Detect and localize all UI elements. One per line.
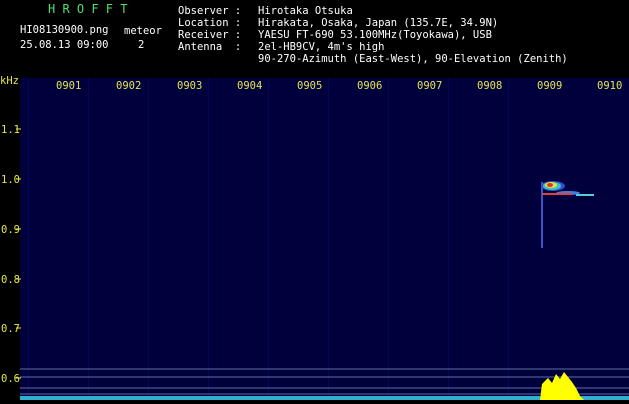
reference-lines xyxy=(0,368,629,395)
x-tick-label: 0903 xyxy=(177,80,203,92)
x-tick-label: 0907 xyxy=(417,80,443,92)
receiver-label: Receiver : xyxy=(178,29,242,41)
x-tick-label: 0902 xyxy=(116,80,142,92)
spectrogram-plot xyxy=(0,78,629,400)
x-tick-label: 0901 xyxy=(56,80,82,92)
location-label: Location : xyxy=(178,17,242,29)
y-axis-ticks xyxy=(16,128,21,379)
spectrogram-svg xyxy=(0,78,629,400)
observer-value: Hirotaka Otsuka xyxy=(258,5,353,17)
datetime-label: 25.08.13 09:00 xyxy=(20,39,109,51)
x-tick-label: 0908 xyxy=(477,80,503,92)
x-tick-label: 0909 xyxy=(537,80,563,92)
app-title: H R O F F T xyxy=(48,2,128,16)
signal-burst xyxy=(540,372,584,400)
noise-floor-line xyxy=(20,396,629,400)
antenna-value-line1: 2el-HB9CV, 4m's high xyxy=(258,41,385,53)
meteor-label: meteor xyxy=(124,25,162,37)
x-tick-label: 0910 xyxy=(597,80,623,92)
noise-streaks xyxy=(28,78,509,400)
receiver-value: YAESU FT-690 53.100MHz(Toyokawa), USB xyxy=(258,29,492,41)
location-value: Hirakata, Osaka, Japan (135.7E, 34.9N) xyxy=(258,17,499,29)
meteor-echo xyxy=(541,181,594,248)
meteor-count: 2 xyxy=(138,39,145,51)
x-tick-label: 0906 xyxy=(357,80,383,92)
x-tick-label: 0905 xyxy=(297,80,323,92)
observer-label: Observer : xyxy=(178,5,242,17)
antenna-label: Antenna : xyxy=(178,41,242,53)
x-tick-label: 0904 xyxy=(237,80,263,92)
antenna-value-line2: 90-270-Azimuth (East-West), 90-Elevation… xyxy=(258,53,568,65)
filename-label: HI08130900.png xyxy=(20,24,109,36)
